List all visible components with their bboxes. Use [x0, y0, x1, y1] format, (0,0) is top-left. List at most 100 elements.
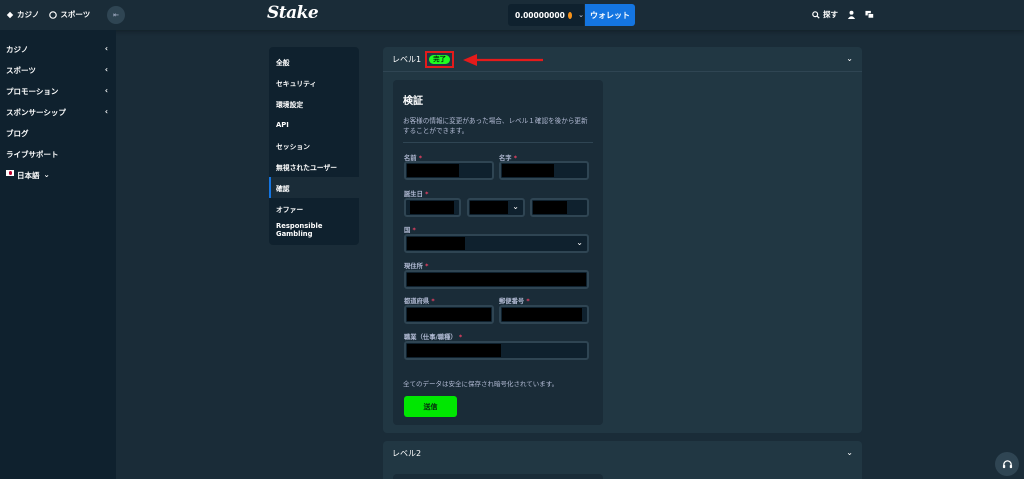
settings-tab-preferences[interactable]: 環境設定 [269, 93, 359, 114]
level1-panel: レベル1 完了 ⌄ 検証 お客様の情報に変更があった場合、レベル１確認を後から更… [383, 47, 862, 433]
settings-tab-ignored-users[interactable]: 無視されたユーザー [269, 156, 359, 177]
sidebar-item-label: ブログ [6, 129, 29, 138]
casino-tab[interactable]: カジノ [6, 9, 39, 20]
postal-code-label: 郵便番号 * [499, 296, 530, 305]
occupation-field[interactable] [404, 341, 589, 360]
redaction [407, 273, 586, 286]
redaction [470, 201, 508, 214]
settings-tab-offers[interactable]: オファー [269, 198, 359, 219]
settings-tab-general[interactable]: 全般 [269, 51, 359, 72]
country-label: 国 * [404, 225, 416, 234]
level1-title: レベル1 [392, 54, 422, 64]
language-label: 日本語 [17, 171, 40, 180]
collapse-icon: ⇤ [113, 11, 119, 19]
dob-year-field[interactable] [530, 198, 589, 217]
country-select[interactable]: ⌄ [404, 234, 589, 253]
top-bar: カジノ スポーツ ⇤ Stake 0.00000000 ⌄ ウォレット 探す [0, 0, 1024, 30]
redaction [502, 164, 554, 177]
top-nav-right: 探す [812, 9, 874, 20]
wallet-button[interactable]: ウォレット [585, 4, 635, 26]
chevron-down-icon: ⌄ [576, 238, 583, 247]
dob-label: 誕生日 * [404, 189, 428, 198]
top-nav-left: カジノ スポーツ [6, 9, 90, 20]
chevron-left-icon: ‹ [104, 107, 108, 116]
label-text: 誕生日 [404, 191, 423, 198]
address-label: 現住所 * [404, 261, 428, 270]
settings-tab-sessions[interactable]: セッション [269, 135, 359, 156]
sidebar-item-live-support[interactable]: ライブサポート [6, 149, 108, 160]
sports-tab-label: スポーツ [60, 10, 91, 19]
sidebar-item-blog[interactable]: ブログ [6, 128, 108, 139]
address-field[interactable] [404, 270, 589, 289]
status-badge: 完了 [429, 54, 451, 64]
sidebar-collapse-button[interactable]: ⇤ [107, 6, 125, 24]
level2-form-card [393, 474, 603, 479]
dob-month-select[interactable]: ⌄ [467, 198, 525, 217]
stake-logo[interactable]: Stake [267, 3, 319, 23]
casino-tab-label: カジノ [17, 10, 40, 19]
japan-flag-icon [6, 170, 14, 176]
dob-day-field[interactable] [404, 198, 461, 217]
redaction [407, 308, 491, 321]
label-text: 都道府県 [404, 298, 430, 305]
verification-form: 検証 お客様の情報に変更があった場合、レベル１確認を後から更新することができます… [393, 80, 603, 425]
redaction [533, 201, 567, 214]
redaction [407, 344, 501, 357]
sidebar-item-casino[interactable]: カジノ ‹ [6, 44, 108, 55]
live-support-button[interactable] [995, 452, 1019, 476]
chat-icon[interactable] [865, 10, 874, 19]
prefecture-field[interactable] [404, 305, 494, 324]
user-icon[interactable] [847, 10, 856, 19]
level1-header[interactable]: レベル1 完了 ⌄ [383, 47, 862, 72]
redaction [502, 308, 582, 321]
required-mark: * [458, 334, 463, 341]
required-mark: * [425, 263, 429, 270]
settings-tab-verification[interactable]: 確認 [269, 177, 359, 198]
occupation-label: 職業（仕事/職種） * [404, 332, 462, 341]
chevron-down-icon[interactable]: ⌄ [846, 54, 853, 63]
sports-tab[interactable]: スポーツ [49, 9, 90, 20]
prefecture-label: 都道府県 * [404, 296, 435, 305]
chevron-down-icon[interactable]: ⌄ [846, 448, 853, 457]
divider [403, 142, 593, 143]
chevron-left-icon: ‹ [104, 65, 108, 74]
sports-icon [49, 10, 58, 19]
submit-button[interactable]: 送信 [404, 396, 457, 417]
sidebar-item-label: スポンサーシップ [6, 108, 66, 117]
required-mark: * [431, 298, 435, 305]
settings-tab-responsible-gambling[interactable]: Responsible Gambling [269, 219, 359, 240]
bitcoin-icon [567, 11, 573, 19]
form-title: 検証 [403, 96, 423, 107]
first-name-field[interactable] [499, 161, 589, 180]
sidebar: カジノ ‹ スポーツ ‹ プロモーション ‹ スポンサーシップ ‹ ブログ ライブサポー… [0, 30, 116, 479]
level2-header[interactable]: レベル2 ⌄ [383, 441, 862, 466]
settings-tab-api[interactable]: API [269, 114, 359, 135]
last-name-field[interactable] [404, 161, 494, 180]
redaction [407, 237, 465, 250]
sidebar-item-sponsorship[interactable]: スポンサーシップ ‹ [6, 107, 108, 118]
level2-title: レベル2 [392, 449, 422, 458]
required-mark: * [412, 227, 416, 234]
language-selector[interactable]: 日本語 ⌄ [6, 170, 108, 181]
chevron-left-icon: ‹ [104, 44, 108, 53]
settings-nav: 全般 セキュリティ 環境設定 API セッション 無視されたユーザー 確認 オフ… [269, 47, 359, 245]
label-text: 現住所 [404, 263, 423, 270]
badge-highlight-box: 完了 [425, 50, 455, 68]
headset-icon [1002, 459, 1012, 468]
sidebar-item-label: スポーツ [6, 66, 36, 75]
balance-selector[interactable]: 0.00000000 ⌄ [508, 4, 584, 26]
postal-code-field[interactable] [499, 305, 589, 324]
redaction [407, 164, 459, 177]
chevron-left-icon: ‹ [104, 86, 108, 95]
form-description: お客様の情報に変更があった場合、レベル１確認を後から更新することができます。 [403, 117, 588, 135]
annotation-arrow [463, 54, 543, 66]
settings-tab-security[interactable]: セキュリティ [269, 72, 359, 93]
required-mark: * [526, 298, 530, 305]
label-text: 国 [404, 227, 411, 234]
search-icon [812, 10, 820, 19]
sidebar-item-sports[interactable]: スポーツ ‹ [6, 65, 108, 76]
search-button[interactable]: 探す [812, 9, 838, 20]
chevron-down-icon: ⌄ [43, 170, 50, 179]
sidebar-item-label: ライブサポート [6, 150, 59, 159]
sidebar-item-promotions[interactable]: プロモーション ‹ [6, 86, 108, 97]
